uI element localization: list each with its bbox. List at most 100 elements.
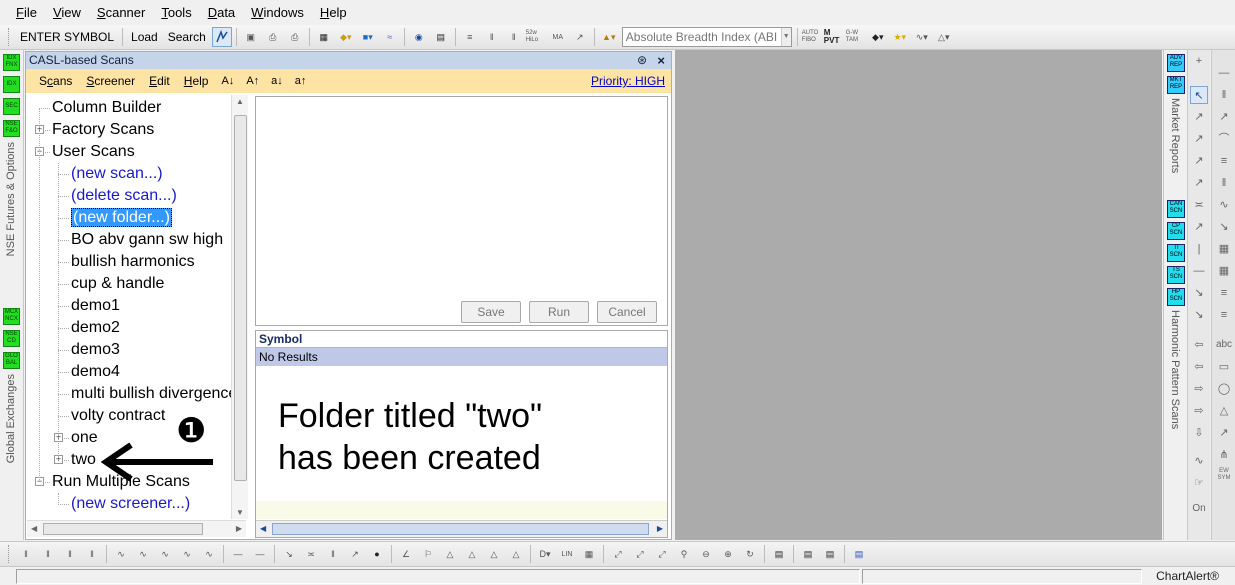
trendline-icon[interactable]: ↗ xyxy=(1190,108,1208,126)
tree-item[interactable]: Column Builder xyxy=(52,97,161,119)
print-preview-icon[interactable]: ⎙ xyxy=(285,27,305,47)
wave-icon[interactable]: ∿▾ xyxy=(912,27,932,47)
run-button[interactable]: Run xyxy=(529,301,589,323)
tree-item[interactable]: two xyxy=(71,449,96,471)
harmonic-scans-label[interactable]: Harmonic Pattern Scans xyxy=(1169,310,1181,429)
alert-diamond-icon[interactable]: ◆▾ xyxy=(336,27,356,47)
vlines-icon[interactable]: ‖ xyxy=(1215,86,1233,104)
ellipse-icon[interactable]: ◯ xyxy=(1215,380,1233,398)
save-button[interactable]: Save xyxy=(461,301,521,323)
menu-view[interactable]: View xyxy=(45,5,89,20)
tree-item[interactable]: (new screener...) xyxy=(71,493,190,515)
panel-menu-edit[interactable]: Edit xyxy=(142,74,177,88)
arrow-left2-icon[interactable]: ⇦ xyxy=(1190,358,1208,376)
results-column-header[interactable]: Symbol xyxy=(256,331,667,348)
cycle-icon[interactable]: ∿ xyxy=(1215,196,1233,214)
count-123-icon[interactable]: ‖ xyxy=(16,544,36,564)
scroll-right-icon[interactable]: ▶ xyxy=(657,524,663,533)
arrow-left-icon[interactable]: ⇦ xyxy=(1190,336,1208,354)
zoom-out-icon[interactable]: ⊖ xyxy=(696,544,716,564)
global-exchanges-label[interactable]: Global Exchanges xyxy=(5,374,17,463)
tree-item[interactable]: User Scans xyxy=(52,141,135,163)
count-abc-icon[interactable]: ‖ xyxy=(38,544,58,564)
nse-fo-button[interactable]: NSE F&O xyxy=(3,120,20,137)
close-icon[interactable]: × xyxy=(657,52,665,69)
globe-icon[interactable]: ◉ xyxy=(409,27,429,47)
market-reports-label[interactable]: Market Reports xyxy=(1169,98,1181,173)
circle-pattern-icon[interactable]: ● xyxy=(367,544,387,564)
panel-menu-screener[interactable]: Screener xyxy=(79,74,142,88)
toolbar-grip[interactable] xyxy=(8,545,11,563)
candle-bars-icon[interactable]: ‖ xyxy=(504,27,524,47)
trendline-sl-icon[interactable]: ↗ xyxy=(1190,130,1208,148)
idx-fnx-button[interactable]: IDX FNX xyxy=(3,54,20,71)
trend-arrow-icon[interactable]: ↗ xyxy=(1190,174,1208,192)
menu-tools[interactable]: Tools xyxy=(153,5,199,20)
wave-pattern-icon[interactable]: ∿ xyxy=(1190,452,1208,470)
scroll-down-icon[interactable]: ▼ xyxy=(236,508,244,517)
font-larger-a-icon[interactable]: A↑ xyxy=(240,75,265,87)
tree-item[interactable]: cup & handle xyxy=(71,273,164,295)
refresh-icon[interactable]: ↻ xyxy=(740,544,760,564)
zoom-icon[interactable]: ⚲ xyxy=(674,544,694,564)
lin-icon[interactable]: LIN xyxy=(557,544,577,564)
arrow-up-right-icon[interactable]: ↗ xyxy=(1215,424,1233,442)
zoom-in-icon[interactable]: ⊕ xyxy=(718,544,738,564)
global-button[interactable]: GLO BAL xyxy=(3,352,20,369)
expand-icon[interactable]: ⤢ xyxy=(608,544,628,564)
tree-item[interactable]: one xyxy=(71,427,98,449)
pattern-3-icon[interactable]: ‖ xyxy=(323,544,343,564)
grid-b-icon[interactable]: ▦ xyxy=(579,544,599,564)
load-button[interactable]: Load xyxy=(126,30,163,44)
adv-rep-button[interactable]: ADV REP xyxy=(1167,54,1185,72)
sec-button[interactable]: SEC xyxy=(3,98,20,115)
on-toggle[interactable]: On xyxy=(1190,500,1208,518)
link-chain-icon[interactable]: ≈ xyxy=(380,27,400,47)
wave-1-icon[interactable]: ∿ xyxy=(111,544,131,564)
expand-v-icon[interactable]: ⤢ xyxy=(652,544,672,564)
gw-tam-icon[interactable]: G-W TAM xyxy=(846,27,866,47)
tree-item[interactable]: (new folder...) xyxy=(71,207,172,229)
tree-item[interactable]: Factory Scans xyxy=(52,119,154,141)
idx-button[interactable]: IDX xyxy=(3,76,20,93)
tas-star-icon[interactable]: ★▾ xyxy=(890,27,910,47)
menu-windows[interactable]: Windows xyxy=(243,5,312,20)
wave-2-icon[interactable]: ∿ xyxy=(133,544,153,564)
trendline-sl2-icon[interactable]: ↗ xyxy=(1190,152,1208,170)
wave-4-icon[interactable]: ∿ xyxy=(177,544,197,564)
auto-fibo-icon[interactable]: AUTO FIBO xyxy=(802,27,822,47)
ew-sym-icon[interactable]: EW SYM xyxy=(1215,468,1233,486)
count-n23-icon[interactable]: ‖ xyxy=(60,544,80,564)
wave-3-icon[interactable]: ∿ xyxy=(155,544,175,564)
thumb-icon[interactable]: ☞ xyxy=(1190,474,1208,492)
trend-icon[interactable]: ↗ xyxy=(570,27,590,47)
fib-levels-icon[interactable]: ≡ xyxy=(1215,152,1233,170)
nse-cd-button[interactable]: NSE CD xyxy=(3,330,20,347)
save-disk-icon[interactable]: ▣ xyxy=(241,27,261,47)
pattern-4-icon[interactable]: ↗ xyxy=(345,544,365,564)
fan-icon[interactable]: ↘ xyxy=(1190,284,1208,302)
tree-item[interactable]: volty contract xyxy=(71,405,165,427)
can-scn-button[interactable]: CAN SCN xyxy=(1167,200,1185,218)
search-button[interactable]: Search xyxy=(163,30,211,44)
tree-item[interactable]: (new scan...) xyxy=(71,163,163,185)
triangle-e-icon[interactable]: △ xyxy=(506,544,526,564)
wave-5-icon[interactable]: ∿ xyxy=(199,544,219,564)
tuning-icon[interactable]: ◆▾ xyxy=(868,27,888,47)
tree-item[interactable]: demo2 xyxy=(71,317,120,339)
ti-scn-button[interactable]: TI SCN xyxy=(1167,244,1185,262)
arrow-right-icon[interactable]: ⇨ xyxy=(1190,380,1208,398)
fib-time-icon[interactable]: ‖ xyxy=(1215,174,1233,192)
menu-file[interactable]: File xyxy=(8,5,45,20)
triangle-d-icon[interactable]: △ xyxy=(484,544,504,564)
nse-futures-label[interactable]: NSE Futures & Options xyxy=(5,142,17,256)
tree-item[interactable]: demo4 xyxy=(71,361,120,383)
vertical-line-icon[interactable]: | xyxy=(1190,240,1208,258)
tree-vertical-scrollbar[interactable]: ▲ ▼ xyxy=(231,95,248,519)
expand-h-icon[interactable]: ⤢ xyxy=(630,544,650,564)
triangle-pattern-icon[interactable]: △▾ xyxy=(934,27,954,47)
hline-b-icon[interactable]: — xyxy=(228,544,248,564)
tree-hscroll-thumb[interactable] xyxy=(43,523,203,535)
tree-item[interactable]: demo1 xyxy=(71,295,120,317)
tree-scroll-thumb[interactable] xyxy=(234,115,247,481)
